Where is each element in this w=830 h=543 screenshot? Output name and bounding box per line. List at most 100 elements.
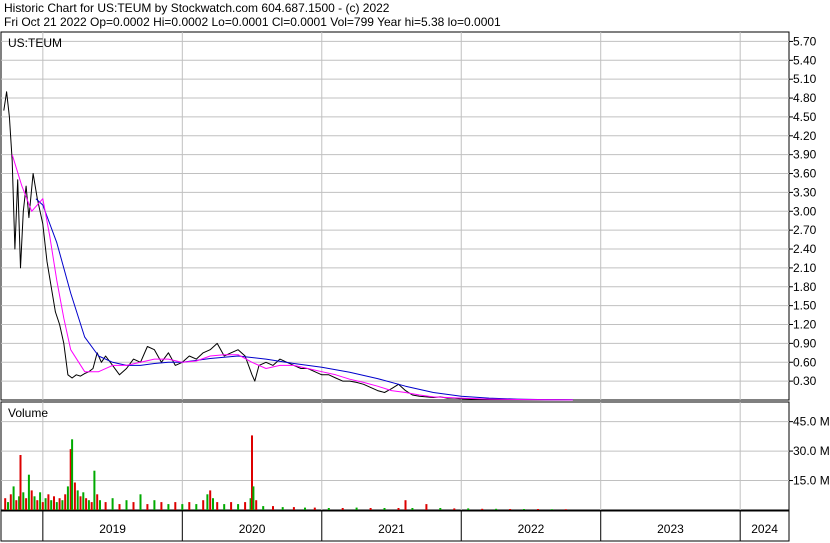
volume-bar-up bbox=[411, 508, 414, 510]
volume-y-tick-label: 45.0 M bbox=[793, 415, 830, 429]
price-y-tick-label: 4.80 bbox=[793, 91, 817, 105]
volume-y-tick-label: 30.0 M bbox=[793, 444, 830, 458]
volume-bar-down bbox=[19, 455, 22, 510]
volume-bar-up bbox=[44, 498, 47, 510]
volume-bar-up bbox=[550, 509, 553, 510]
volume-bar-down bbox=[292, 507, 295, 510]
volume-bar-up bbox=[33, 496, 36, 510]
volume-bar-up bbox=[262, 506, 265, 510]
x-axis-year-label: 2021 bbox=[378, 522, 405, 536]
volume-bar-up bbox=[304, 507, 306, 510]
volume-bar-up bbox=[7, 502, 9, 510]
volume-bar-down bbox=[537, 509, 539, 510]
volume-bar-down bbox=[4, 498, 7, 510]
volume-bar-up bbox=[467, 508, 470, 510]
volume-bar-down bbox=[9, 494, 12, 510]
volume-bar-down bbox=[453, 508, 456, 510]
volume-bar-up bbox=[252, 486, 255, 510]
volume-bar-down bbox=[244, 502, 247, 510]
price-y-tick-label: 1.20 bbox=[793, 318, 817, 332]
price-y-tick-label: 3.90 bbox=[793, 148, 817, 162]
volume-bar-up bbox=[181, 504, 184, 510]
volume-bar-up bbox=[61, 500, 64, 510]
volume-bar-down bbox=[79, 496, 82, 510]
volume-bar-up bbox=[87, 500, 90, 510]
volume-bar-up bbox=[71, 439, 74, 510]
volume-bar-down bbox=[425, 504, 428, 510]
volume-bar-up bbox=[50, 500, 53, 510]
volume-bar-up bbox=[523, 509, 525, 510]
volume-bar-up bbox=[22, 492, 25, 510]
price-y-tick-label: 0.60 bbox=[793, 355, 817, 369]
volume-bar-down bbox=[104, 502, 107, 510]
volume-bar-down bbox=[481, 508, 484, 510]
volume-bar-down bbox=[313, 507, 316, 510]
volume-bar-up bbox=[212, 498, 214, 510]
price-y-tick-label: 0.30 bbox=[793, 374, 817, 388]
volume-panel-title: Volume bbox=[8, 406, 48, 420]
volume-bar-up bbox=[55, 502, 58, 510]
volume-bar-up bbox=[281, 507, 284, 510]
volume-bar-down bbox=[96, 494, 99, 510]
x-axis-year-label: 2020 bbox=[239, 522, 266, 536]
volume-y-ticks: 45.0 M 30.0 M 15.0 M bbox=[789, 415, 830, 488]
volume-bar-down bbox=[58, 498, 61, 510]
price-panel-title: US:TEUM bbox=[8, 36, 62, 50]
volume-bar-up bbox=[223, 504, 226, 510]
volume-bar-up bbox=[167, 504, 170, 510]
price-panel: US:TEUM 5.70 5.40 5.10 4.80 4.50 4.20 3.90 3.60… bbox=[0, 31, 817, 401]
volume-bar-down bbox=[404, 500, 407, 510]
x-axis-year-label: 2022 bbox=[518, 522, 545, 536]
price-y-tick-label: 3.00 bbox=[793, 204, 817, 218]
volume-bar-down bbox=[64, 494, 67, 510]
volume-bar-down bbox=[188, 502, 191, 510]
x-axis-year-label: 2024 bbox=[751, 522, 778, 536]
stock-chart: US:TEUM 5.70 5.40 5.10 4.80 4.50 4.20 3.90 3.60… bbox=[0, 31, 830, 542]
volume-bar-down bbox=[118, 504, 121, 510]
volume-bar-up bbox=[206, 494, 209, 510]
volume-bar-down bbox=[85, 498, 88, 510]
volume-bar-down bbox=[53, 496, 55, 510]
volume-bar-up bbox=[139, 494, 142, 510]
volume-bar-down bbox=[36, 500, 39, 510]
price-y-tick-label: 3.60 bbox=[793, 167, 817, 181]
price-y-tick-label: 1.50 bbox=[793, 299, 817, 313]
volume-bar-down bbox=[509, 509, 512, 510]
volume-bar-up bbox=[27, 474, 30, 510]
volume-bar-down bbox=[132, 502, 135, 510]
volume-bar-down bbox=[564, 509, 567, 510]
volume-bar-up bbox=[125, 500, 128, 510]
volume-bar-down bbox=[90, 502, 93, 510]
price-y-tick-label: 5.40 bbox=[793, 53, 817, 67]
volume-bar-up bbox=[76, 490, 79, 510]
volume-bar-up bbox=[355, 507, 358, 510]
volume-bar-down bbox=[174, 502, 177, 510]
volume-bar-down bbox=[341, 508, 344, 510]
volume-bar-down bbox=[216, 502, 219, 510]
price-panel-frame bbox=[0, 31, 790, 401]
volume-y-tick-label: 15.0 M bbox=[793, 474, 830, 488]
volume-panel: Volume 45.0 M 30.0 M 15.0 M bbox=[0, 401, 830, 511]
volume-bar-down bbox=[230, 502, 233, 510]
price-y-tick-label: 4.50 bbox=[793, 110, 817, 124]
volume-bar-down bbox=[15, 500, 18, 510]
volume-bar-up bbox=[93, 470, 96, 510]
volume-bar-down bbox=[209, 490, 212, 510]
x-axis-year-label: 2019 bbox=[99, 522, 126, 536]
volume-bar-down bbox=[272, 506, 274, 510]
price-y-tick-label: 3.30 bbox=[793, 185, 817, 199]
volume-bar-down bbox=[160, 502, 163, 510]
x-axis: 2019 2020 2021 2022 2023 2024 bbox=[0, 510, 790, 542]
price-y-tick-label: 2.70 bbox=[793, 223, 817, 237]
volume-bar-up bbox=[39, 492, 42, 510]
volume-bar-up bbox=[327, 508, 330, 510]
volume-bar-down bbox=[47, 494, 50, 510]
price-y-tick-label: 5.10 bbox=[793, 72, 817, 86]
volume-bar-up bbox=[237, 504, 240, 510]
volume-bar-up bbox=[111, 498, 114, 510]
price-y-tick-label: 2.40 bbox=[793, 242, 817, 256]
volume-bar-down bbox=[369, 508, 372, 510]
volume-bar-up bbox=[495, 508, 498, 510]
volume-bar-down bbox=[25, 498, 28, 510]
volume-bar-up bbox=[82, 492, 85, 510]
